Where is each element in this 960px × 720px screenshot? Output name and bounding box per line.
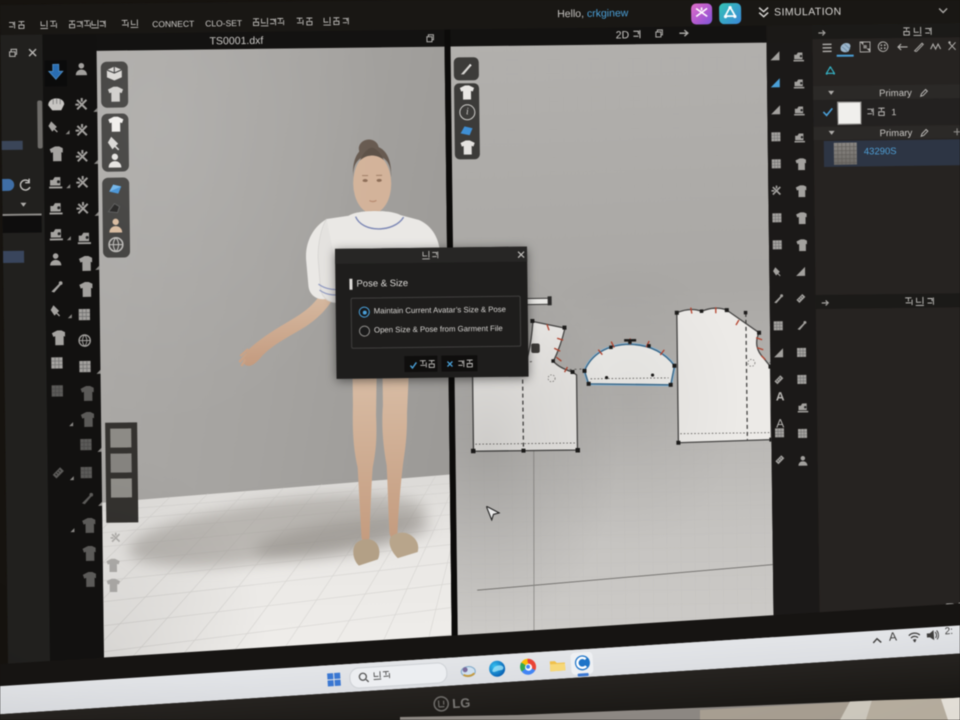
svg-text:LG: LG: [452, 695, 471, 711]
